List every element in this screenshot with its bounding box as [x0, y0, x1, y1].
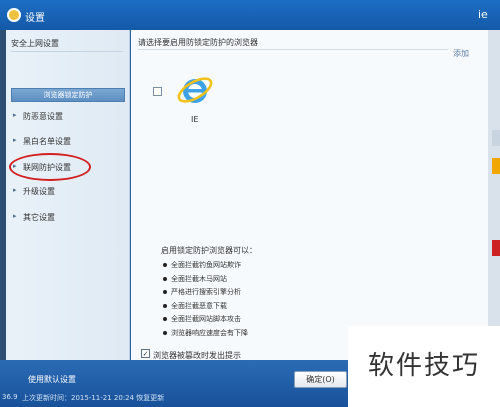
list-item: 全面拦截钓鱼网站欺诈 — [161, 260, 248, 274]
ie-browser-label: IE — [191, 115, 199, 124]
sidebar-item-browser-lock-protection[interactable]: 浏览器锁定防护 — [11, 88, 125, 102]
sidebar-item-label: 升级设置 — [23, 187, 55, 196]
chevron-right-icon: ▸ — [13, 186, 17, 194]
sidebar-item-malware[interactable]: ▸ 防恶意设置 — [11, 107, 123, 125]
window-title: 设置 — [25, 13, 45, 24]
sidebar-divider — [11, 51, 123, 52]
background-window-mark — [492, 158, 500, 174]
chevron-right-icon: ▸ — [13, 212, 17, 220]
footer-left-text: 36.9 — [2, 393, 18, 401]
sidebar-heading[interactable]: 安全上网设置 — [11, 38, 59, 49]
last-update-status: 上次更新时间：2015-11-21 20:24 恢复更新 — [22, 394, 165, 402]
list-item: 全面拦截恶意下载 — [161, 301, 248, 315]
window-title-bar: 设置 ie — [0, 0, 500, 30]
ie-browser-checkbox[interactable] — [153, 87, 162, 96]
settings-sidebar: 安全上网设置 浏览器锁定防护 ▸ 防恶意设置 ▸ 黑白名单设置 ▸ 联网防护设置… — [6, 30, 130, 360]
background-window-edge — [488, 30, 500, 360]
background-window-mark — [492, 130, 500, 146]
list-item: 全面拦截网站脚本攻击 — [161, 314, 248, 328]
add-browser-link[interactable]: 添加 — [453, 48, 469, 59]
watermark-overlay: 软件技巧 — [348, 326, 500, 407]
sidebar-item-other[interactable]: ▸ 其它设置 — [11, 208, 123, 226]
sidebar-item-label: 其它设置 — [23, 213, 55, 222]
list-item: 严格进行搜索引擎分析 — [161, 287, 248, 301]
use-default-settings-link[interactable]: 使用默认设置 — [28, 374, 76, 385]
title-bar-text: ie — [478, 8, 488, 21]
sidebar-item-upgrade[interactable]: ▸ 升级设置 — [11, 182, 123, 200]
chevron-right-icon: ▸ — [13, 111, 17, 119]
sidebar-item-label: 防恶意设置 — [23, 112, 63, 121]
list-item: 浏览器响应速度会有下降 — [161, 328, 248, 342]
settings-gear-icon — [7, 8, 21, 22]
sidebar-item-blackwhite-list[interactable]: ▸ 黑白名单设置 — [11, 132, 123, 150]
background-window-mark — [492, 240, 500, 256]
chevron-right-icon: ▸ — [13, 136, 17, 144]
settings-content-panel: 请选择要启用防锁定防护的浏览器 添加 IE 启用锁定防护浏览器可以： 全面拦截钓… — [131, 30, 488, 360]
browser-section-title: 请选择要启用防锁定防护的浏览器 — [138, 38, 258, 47]
sidebar-item-label: 黑白名单设置 — [23, 137, 71, 146]
red-highlight-ring — [9, 153, 91, 181]
content-divider — [138, 49, 448, 50]
confirm-button[interactable]: 确定(O) — [294, 371, 347, 388]
tamper-notify-checkbox[interactable]: ✓ — [141, 349, 150, 358]
list-item: 全面拦截木马网站 — [161, 274, 248, 288]
protection-benefits-heading: 启用锁定防护浏览器可以： — [161, 246, 257, 255]
protection-benefits-list: 全面拦截钓鱼网站欺诈 全面拦截木马网站 严格进行搜索引擎分析 全面拦截恶意下载 … — [161, 260, 248, 341]
ie-browser-icon — [177, 77, 213, 103]
